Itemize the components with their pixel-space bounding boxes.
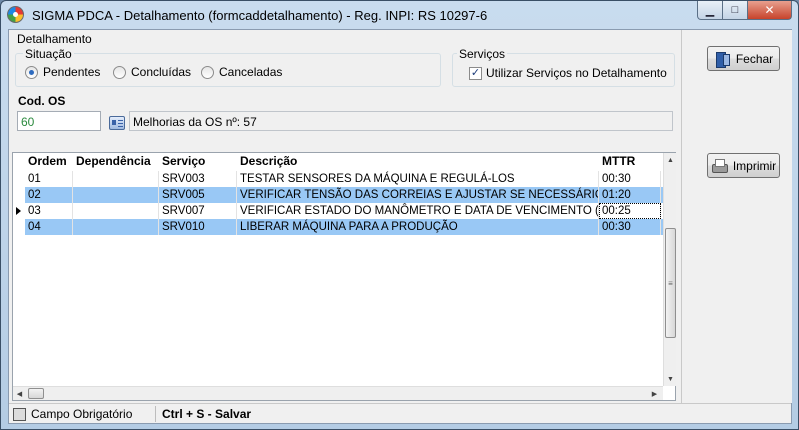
scroll-left-arrow-icon[interactable]: ◀: [13, 387, 26, 401]
radio-concluidas[interactable]: Concluídas: [113, 65, 191, 79]
required-field-swatch-icon: [13, 408, 26, 421]
caption-buttons: ▁ □ ✕: [697, 1, 792, 20]
services-grid[interactable]: Ordem Dependência Serviço Descrição MTTR…: [12, 152, 676, 401]
cell-mttr: 00:30: [599, 219, 661, 235]
save-shortcut-hint: Ctrl + S - Salvar: [162, 407, 252, 421]
radio-circle-checked-icon: [25, 65, 38, 79]
utilizar-servicos-checkbox[interactable]: ✓ Utilizar Serviços no Detalhamento: [469, 66, 667, 80]
cod-os-input[interactable]: 60: [17, 111, 101, 131]
situacao-label: Situação: [23, 47, 74, 61]
vertical-scrollbar[interactable]: ▲ ≡ ▼: [663, 153, 676, 386]
cell-ordem: 01: [25, 171, 73, 187]
os-description-field: Melhorias da OS nº: 57: [129, 111, 673, 131]
cell-dependencia: [73, 187, 159, 203]
servicos-label: Serviços: [457, 47, 508, 61]
radio-canceladas[interactable]: Canceladas: [201, 65, 282, 79]
grid-header: Ordem Dependência Serviço Descrição MTTR: [13, 153, 663, 170]
window-title: SIGMA PDCA - Detalhamento (formcaddetalh…: [32, 8, 488, 23]
client-area: Detalhamento Situação Pendentes Concluíd…: [8, 29, 792, 424]
checkbox-checked-icon: ✓: [469, 66, 482, 80]
row-indicator-cell: [13, 187, 25, 203]
horizontal-scrollbar[interactable]: ◀ ▶: [13, 386, 663, 400]
main-window: SIGMA PDCA - Detalhamento (formcaddetalh…: [0, 0, 799, 430]
cell-servico: SRV010: [159, 219, 237, 235]
cell-mttr[interactable]: 00:25: [599, 203, 661, 219]
app-icon: [7, 6, 24, 23]
radio-canceladas-label: Canceladas: [219, 65, 283, 79]
close-button[interactable]: ✕: [748, 1, 792, 20]
cell-servico: SRV005: [159, 187, 237, 203]
cell-mttr: 01:20: [599, 187, 661, 203]
scroll-up-arrow-icon[interactable]: ▲: [664, 153, 677, 167]
column-header-servico[interactable]: Serviço: [159, 153, 237, 170]
minimize-button[interactable]: ▁: [697, 1, 723, 20]
imprimir-label: Imprimir: [732, 158, 777, 173]
row-indicator-cell: [13, 171, 25, 187]
cell-servico: SRV003: [159, 171, 237, 187]
cell-ordem: 04: [25, 219, 73, 235]
side-panel: Fechar Imprimir: [681, 30, 792, 403]
cell-dependencia: [73, 203, 159, 219]
radio-pendentes[interactable]: Pendentes: [25, 65, 100, 79]
required-field-legend: Campo Obrigatório: [31, 407, 133, 421]
radio-pendentes-label: Pendentes: [43, 65, 101, 79]
table-row[interactable]: 04 SRV010 LIBERAR MÁQUINA PARA A PRODUÇÃ…: [13, 219, 663, 235]
lookup-icon[interactable]: [109, 116, 125, 130]
vertical-scroll-thumb[interactable]: ≡: [665, 228, 676, 338]
column-header-mttr[interactable]: MTTR: [599, 153, 661, 170]
door-exit-icon: [714, 51, 730, 68]
column-header-descricao[interactable]: Descrição: [237, 153, 599, 170]
horizontal-scroll-thumb[interactable]: [28, 388, 44, 399]
status-separator: [155, 406, 156, 422]
cell-ordem: 02: [25, 187, 73, 203]
column-header-ordem[interactable]: Ordem: [25, 153, 73, 170]
scroll-right-arrow-icon[interactable]: ▶: [648, 387, 661, 401]
cell-ordem: 03: [25, 203, 73, 219]
radio-concluidas-label: Concluídas: [131, 65, 192, 79]
row-indicator-cell: [13, 219, 25, 235]
cell-dependencia: [73, 171, 159, 187]
table-row[interactable]: 01 SRV003 TESTAR SENSORES DA MÁQUINA E R…: [13, 171, 663, 187]
table-row[interactable]: 02 SRV005 VERIFICAR TENSÃO DAS CORREIAS …: [13, 187, 663, 203]
cell-descricao: VERIFICAR ESTADO DO MANÔMETRO E DATA DE …: [237, 203, 599, 219]
scroll-down-arrow-icon[interactable]: ▼: [664, 372, 677, 386]
radio-circle-icon: [113, 65, 126, 79]
status-bar: Campo Obrigatório Ctrl + S - Salvar: [9, 403, 791, 423]
row-indicator-icon: [16, 207, 21, 215]
maximize-button[interactable]: □: [723, 1, 748, 20]
imprimir-button[interactable]: Imprimir: [707, 153, 780, 178]
fechar-label: Fechar: [735, 51, 774, 66]
cell-dependencia: [73, 219, 159, 235]
row-indicator-cell: [13, 203, 25, 219]
cell-descricao: VERIFICAR TENSÃO DAS CORREIAS E AJUSTAR …: [237, 187, 599, 203]
cell-descricao: TESTAR SENSORES DA MÁQUINA E REGULÁ-LOS: [237, 171, 599, 187]
printer-icon: [711, 158, 728, 174]
cell-mttr: 00:30: [599, 171, 661, 187]
radio-circle-icon: [201, 65, 214, 79]
column-header-dependencia[interactable]: Dependência: [73, 153, 159, 170]
title-bar[interactable]: SIGMA PDCA - Detalhamento (formcaddetalh…: [1, 1, 798, 29]
table-row[interactable]: 03 SRV007 VERIFICAR ESTADO DO MANÔMETRO …: [13, 203, 663, 219]
utilizar-servicos-label: Utilizar Serviços no Detalhamento: [486, 66, 667, 80]
cell-descricao: LIBERAR MÁQUINA PARA A PRODUÇÃO: [237, 219, 599, 235]
cod-os-label: Cod. OS: [18, 94, 66, 108]
detalhamento-label: Detalhamento: [17, 32, 92, 46]
cell-servico: SRV007: [159, 203, 237, 219]
fechar-button[interactable]: Fechar: [707, 46, 780, 71]
